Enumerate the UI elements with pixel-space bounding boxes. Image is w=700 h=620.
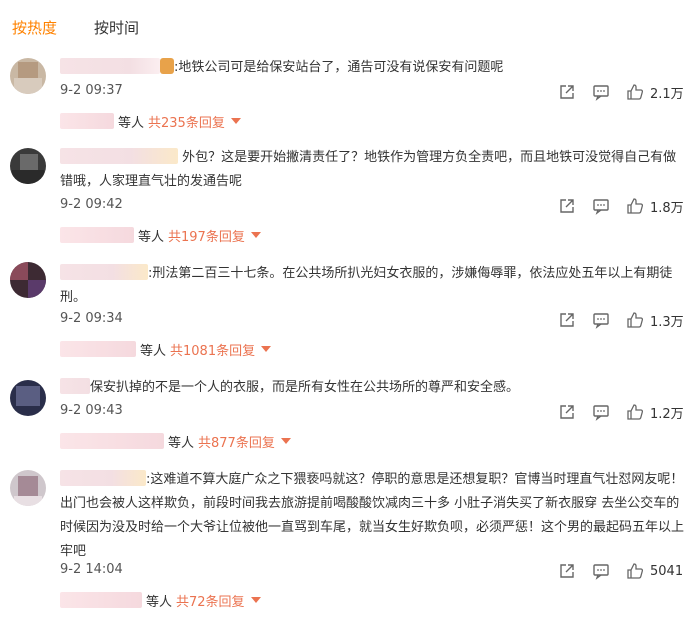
reply-users (60, 227, 134, 243)
reply-count-link[interactable]: 共877条回复 (198, 432, 275, 451)
reply-summary[interactable]: 等人 共197条回复 (60, 224, 261, 246)
comment-time: 9-2 09:37 (60, 83, 123, 98)
reply-summary[interactable]: 等人 共235条回复 (60, 110, 241, 132)
avatar[interactable] (10, 470, 46, 506)
reply-summary[interactable]: 等人 共877条回复 (60, 430, 291, 452)
comment-time: 9-2 14:04 (60, 562, 123, 577)
comment-text-block: 保安扒掉的不是一个人的衣服，而是所有女性在公共场所的尊严和安全感。 (60, 376, 688, 400)
comment-text-block: :地铁公司可是给保安站台了，通告可没有说保安有问题呢 (60, 56, 688, 80)
share-icon[interactable] (558, 81, 576, 103)
like-count: 2.1万 (650, 86, 684, 102)
tab-by-time[interactable]: 按时间 (94, 17, 139, 38)
comment-icon[interactable] (592, 560, 610, 582)
like-count: 5041 (650, 563, 684, 579)
thumbs-up-icon (627, 404, 644, 420)
reply-prefix: 等人 (118, 115, 145, 131)
comment-actions: 1.8万 (558, 195, 688, 217)
comment-text: :地铁公司可是给保安站台了，通告可没有说保安有问题呢 (174, 60, 504, 75)
caret-down-icon[interactable] (280, 437, 291, 445)
reply-count-link[interactable]: 共235条回复 (148, 112, 225, 131)
tab-by-popularity[interactable]: 按热度 (12, 17, 57, 38)
reply-prefix: 等人 (168, 435, 195, 451)
caret-down-icon[interactable] (250, 231, 261, 239)
comment-time: 9-2 09:43 (60, 403, 123, 418)
thumbs-up-icon (627, 198, 644, 214)
username[interactable] (60, 470, 146, 486)
comment-actions: 1.3万 (558, 309, 688, 331)
share-icon[interactable] (558, 195, 576, 217)
thumbs-up-icon (627, 84, 644, 100)
comment-text: :刑法第二百三十七条。在公共场所扒光妇女衣服的，涉嫌侮辱罪，依法应处五年以上有期… (60, 266, 673, 305)
caret-down-icon[interactable] (261, 345, 272, 353)
comment-time: 9-2 09:42 (60, 197, 123, 212)
comment-actions: 2.1万 (558, 81, 688, 103)
comment-icon[interactable] (592, 309, 610, 331)
avatar[interactable] (10, 148, 46, 184)
reply-prefix: 等人 (146, 594, 173, 610)
username[interactable] (60, 378, 90, 394)
reply-users (60, 341, 136, 357)
thumbs-up-icon (627, 312, 644, 328)
username[interactable] (60, 264, 148, 280)
comment-text: :这难道不算大庭广众之下猥亵吗就这？停职的意思是还想复职？官博当时理直气壮怼网友… (60, 472, 685, 559)
reply-users (60, 113, 114, 129)
like-count: 1.3万 (650, 314, 684, 330)
like-count: 1.2万 (650, 406, 684, 422)
avatar[interactable] (10, 58, 46, 94)
like-button[interactable]: 1.3万 (626, 309, 684, 331)
like-button[interactable]: 2.1万 (626, 81, 684, 103)
caret-down-icon[interactable] (230, 117, 241, 125)
reply-users (60, 433, 164, 449)
reply-count-link[interactable]: 共1081条回复 (170, 340, 255, 359)
comment-text: 保安扒掉的不是一个人的衣服，而是所有女性在公共场所的尊严和安全感。 (90, 380, 520, 395)
like-button[interactable]: 1.8万 (626, 195, 684, 217)
reply-summary[interactable]: 等人 共1081条回复 (60, 338, 272, 360)
like-button[interactable]: 5041 (626, 560, 683, 582)
reply-summary[interactable]: 等人 共72条回复 (60, 589, 261, 611)
comment-icon[interactable] (592, 401, 610, 423)
username[interactable] (60, 148, 178, 164)
caret-down-icon[interactable] (250, 596, 261, 604)
avatar[interactable] (10, 262, 46, 298)
reply-count-link[interactable]: 共72条回复 (176, 591, 245, 610)
comment-text-block: :刑法第二百三十七条。在公共场所扒光妇女衣服的，涉嫌侮辱罪，依法应处五年以上有期… (60, 262, 688, 310)
reply-prefix: 等人 (138, 229, 165, 245)
comment-text-block: 外包？这是要开始撇清责任了？地铁作为管理方负全责吧，而且地铁可没觉得自己有做错哦… (60, 146, 688, 194)
comment-actions: 5041 (558, 560, 688, 582)
reply-users (60, 592, 142, 608)
share-icon[interactable] (558, 560, 576, 582)
thumbs-up-icon (627, 563, 644, 579)
user-badge-icon (160, 58, 174, 74)
username[interactable] (60, 58, 160, 74)
reply-prefix: 等人 (140, 343, 167, 359)
reply-count-link[interactable]: 共197条回复 (168, 226, 245, 245)
share-icon[interactable] (558, 309, 576, 331)
comment-time: 9-2 09:34 (60, 311, 123, 326)
like-button[interactable]: 1.2万 (626, 401, 684, 423)
like-count: 1.8万 (650, 200, 684, 216)
share-icon[interactable] (558, 401, 576, 423)
sort-tabs: 按热度 按时间 (0, 0, 700, 48)
comment-icon[interactable] (592, 195, 610, 217)
comment-actions: 1.2万 (558, 401, 688, 423)
comment-icon[interactable] (592, 81, 610, 103)
comment-text-block: :这难道不算大庭广众之下猥亵吗就这？停职的意思是还想复职？官博当时理直气壮怼网友… (60, 468, 688, 564)
avatar[interactable] (10, 380, 46, 416)
